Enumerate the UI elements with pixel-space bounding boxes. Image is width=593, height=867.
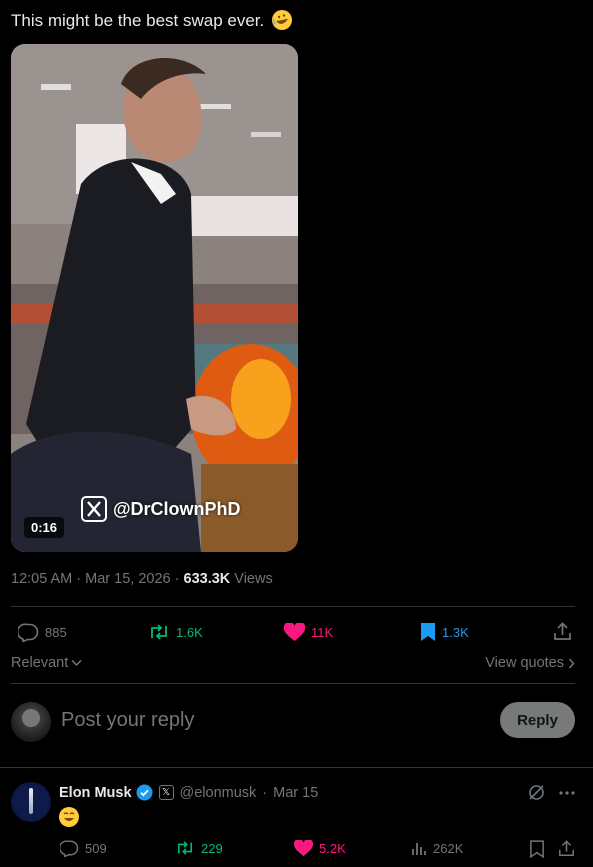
tweet-time[interactable]: 12:05 AM: [11, 571, 72, 587]
divider-composer: [11, 683, 575, 684]
reply-share-button[interactable]: [558, 840, 575, 857]
reply-header: Elon Musk 𝕏 @elonmusk · Mar 15: [59, 784, 319, 801]
rocket-icon: [29, 788, 33, 814]
sort-dropdown[interactable]: Relevant: [11, 655, 82, 671]
divider-top: [11, 606, 575, 607]
reply-submit-button[interactable]: Reply: [500, 702, 575, 738]
analytics-icon: [412, 843, 426, 855]
like-button[interactable]: 11K: [284, 623, 333, 642]
bookmark-icon: [530, 840, 544, 858]
views-label: Views: [234, 571, 273, 587]
tweet-date[interactable]: Mar 15, 2026: [85, 571, 170, 587]
x-logo-icon: [81, 496, 107, 522]
video-thumbnail: [11, 44, 298, 552]
reply-views-button[interactable]: 262K: [411, 840, 463, 856]
reply-count-button[interactable]: 885: [18, 623, 67, 642]
tweet-text: This might be the best swap ever.: [11, 10, 292, 31]
reply-count: 885: [45, 625, 67, 640]
repost-icon: [151, 624, 167, 640]
repost-count: 1.6K: [176, 624, 203, 640]
share-icon: [559, 840, 574, 856]
author-name[interactable]: Elon Musk: [59, 785, 132, 801]
x-affiliate-badge-icon: 𝕏: [158, 785, 174, 800]
reply-composer: Post your reply Reply: [11, 698, 575, 744]
bookmark-icon: [421, 623, 435, 641]
like-count: 11K: [311, 625, 334, 640]
reply-repost-button[interactable]: 229: [175, 840, 223, 856]
avatar[interactable]: [11, 782, 51, 822]
heart-icon: [294, 840, 313, 857]
reply-like-count: 5.2K: [319, 841, 346, 856]
bookmark-count: 1.3K: [442, 624, 469, 640]
reply-tools: [528, 784, 575, 801]
chevron-down-icon: [71, 659, 82, 667]
reply-reply-count: 509: [85, 841, 107, 856]
reply-actions: 509 229 5.2K 262K: [11, 838, 575, 862]
share-button[interactable]: [553, 622, 572, 641]
tweet-text-content: This might be the best swap ever.: [11, 11, 265, 30]
grok-icon[interactable]: [528, 784, 545, 801]
reply-repost-count: 229: [201, 840, 223, 856]
reply-date[interactable]: Mar 15: [273, 785, 318, 801]
watermark-handle: @DrClownPhD: [113, 498, 241, 519]
reply-input[interactable]: Post your reply: [61, 709, 194, 732]
view-quotes-link[interactable]: View quotes: [485, 655, 575, 671]
heart-icon: [284, 623, 305, 641]
avatar[interactable]: [11, 702, 51, 742]
rofl-emoji-icon: [271, 10, 292, 30]
views-count: 633.3K: [183, 571, 231, 587]
share-icon: [554, 622, 571, 640]
author-handle[interactable]: @elonmusk: [180, 785, 257, 801]
video-duration: 0:16: [24, 517, 65, 538]
repost-icon: [177, 841, 193, 855]
repost-button[interactable]: 1.6K: [148, 623, 203, 641]
verified-badge-icon: [136, 784, 153, 801]
sort-label: Relevant: [11, 655, 69, 671]
chevron-right-icon: [568, 658, 575, 668]
reply-views-count: 262K: [433, 840, 464, 856]
bookmark-button[interactable]: 1.3K: [420, 622, 469, 642]
reply-icon: [60, 840, 79, 857]
reply-reply-button[interactable]: 509: [60, 840, 107, 857]
more-options-icon[interactable]: [559, 790, 575, 795]
reply-like-button[interactable]: 5.2K: [294, 840, 346, 857]
laughing-emoji-icon: [59, 807, 79, 827]
divider-reply: [0, 767, 593, 768]
view-quotes-label: View quotes: [485, 655, 564, 671]
video-player[interactable]: 0:16 @DrClownPhD: [11, 44, 298, 552]
reply-bookmark-button[interactable]: [530, 840, 544, 858]
reply-icon: [18, 623, 39, 642]
tweet-meta: 12:05 AM · Mar 15, 2026 · 633.3K Views: [11, 571, 273, 587]
video-watermark: @DrClownPhD: [81, 496, 241, 522]
